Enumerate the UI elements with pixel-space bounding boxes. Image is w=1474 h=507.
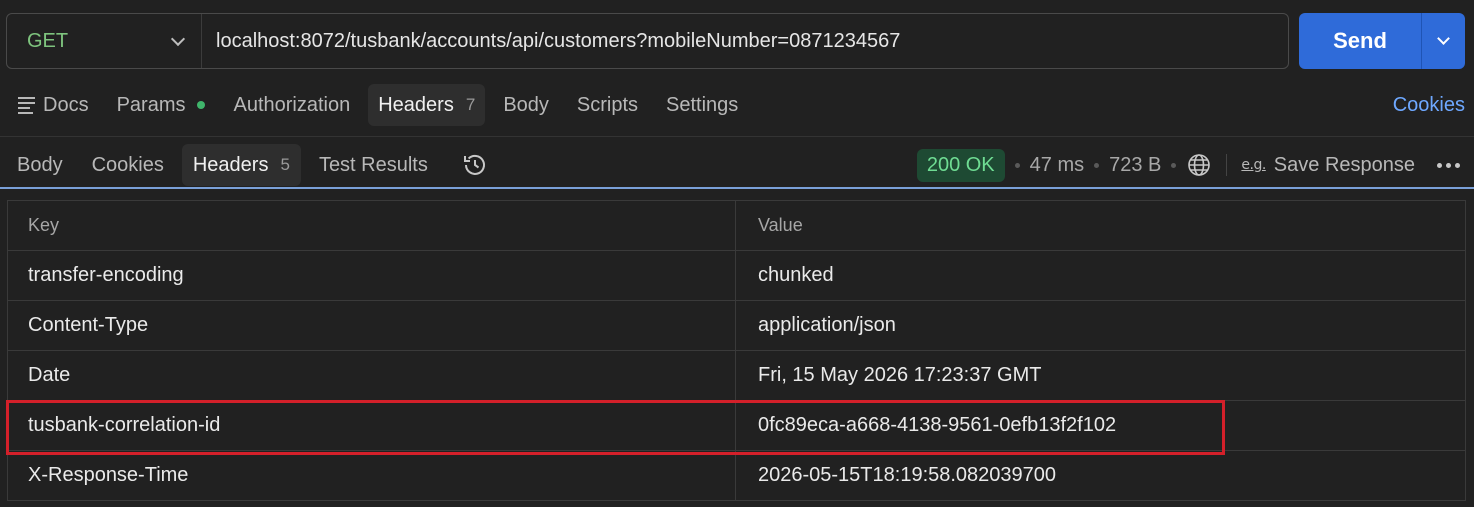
header-key[interactable]: tusbank-correlation-id — [8, 401, 736, 450]
history-icon[interactable] — [460, 150, 490, 180]
tab-scripts[interactable]: Scripts — [567, 84, 648, 126]
send-button-group: Send — [1299, 13, 1465, 69]
status-badge[interactable]: 200 OK — [916, 148, 1005, 182]
header-value[interactable]: application/json — [736, 301, 1465, 350]
table-row[interactable]: tusbank-correlation-id 0fc89eca-a668-413… — [8, 401, 1465, 451]
header-key[interactable]: X-Response-Time — [8, 451, 736, 500]
method-label: GET — [27, 29, 69, 52]
tab-authorization-label: Authorization — [233, 93, 351, 116]
send-options-button[interactable] — [1422, 13, 1465, 69]
column-header-key: Key — [8, 201, 736, 250]
header-value[interactable]: Fri, 15 May 2026 17:23:37 GMT — [736, 351, 1465, 400]
send-button[interactable]: Send — [1299, 13, 1422, 69]
header-value[interactable]: chunked — [736, 251, 1465, 300]
response-tab-headers-count: 5 — [280, 155, 290, 174]
tab-docs[interactable]: Docs — [8, 84, 99, 126]
method-select[interactable]: GET — [7, 14, 202, 68]
response-tab-test-results[interactable]: Test Results — [308, 144, 439, 186]
tab-settings[interactable]: Settings — [656, 84, 748, 126]
globe-icon[interactable] — [1186, 152, 1212, 178]
request-bar: GET — [6, 13, 1289, 69]
table-row[interactable]: Content-Type application/json — [8, 301, 1465, 351]
response-tabs: Body Cookies Headers 5 Test Results — [6, 144, 490, 186]
response-tab-headers[interactable]: Headers 5 — [181, 144, 301, 186]
save-response-button[interactable]: e.g. Save Response — [1241, 154, 1415, 177]
params-indicator-dot — [197, 101, 206, 109]
tab-body-label: Body — [503, 93, 549, 116]
request-tabs: Docs Params Authorization Headers 7 Body… — [0, 84, 1474, 126]
response-tab-headers-label: Headers — [192, 153, 269, 176]
response-tab-body-label: Body — [17, 153, 63, 176]
example-icon: e.g. — [1241, 157, 1266, 173]
save-response-label: Save Response — [1273, 153, 1415, 176]
response-time[interactable]: 47 ms — [1030, 154, 1084, 177]
response-tab-body[interactable]: Body — [6, 144, 74, 186]
tab-params-label: Params — [116, 93, 186, 116]
response-headers-table: Key Value transfer-encoding chunked Cont… — [7, 200, 1466, 501]
header-key[interactable]: Date — [8, 351, 736, 400]
response-divider — [0, 187, 1474, 189]
chevron-down-icon — [170, 31, 186, 46]
response-size[interactable]: 723 B — [1109, 154, 1161, 177]
header-value[interactable]: 0fc89eca-a668-4138-9561-0efb13f2f102 — [736, 401, 1465, 450]
url-input[interactable] — [202, 14, 1288, 68]
chevron-down-icon — [1437, 32, 1450, 45]
tab-settings-label: Settings — [666, 93, 739, 116]
cookies-link[interactable]: Cookies — [1393, 84, 1465, 126]
tab-params[interactable]: Params — [107, 84, 216, 126]
tab-scripts-label: Scripts — [576, 93, 639, 116]
table-row[interactable]: Date Fri, 15 May 2026 17:23:37 GMT — [8, 351, 1465, 401]
column-header-value: Value — [758, 215, 803, 235]
separator-dot — [1094, 162, 1100, 168]
response-tab-test-results-label: Test Results — [318, 153, 428, 176]
tab-headers-count: 7 — [465, 95, 476, 114]
tab-headers-label: Headers — [378, 93, 454, 116]
header-key[interactable]: transfer-encoding — [8, 251, 736, 300]
table-row[interactable]: transfer-encoding chunked — [8, 251, 1465, 301]
table-row[interactable]: X-Response-Time 2026-05-15T18:19:58.0820… — [8, 451, 1465, 501]
response-tab-cookies[interactable]: Cookies — [81, 144, 175, 186]
separator-dot — [1171, 162, 1177, 168]
tab-authorization[interactable]: Authorization — [223, 84, 360, 126]
header-value[interactable]: 2026-05-15T18:19:58.082039700 — [736, 451, 1465, 500]
tab-docs-label: Docs — [43, 93, 89, 116]
table-header-row: Key Value — [8, 201, 1465, 251]
tab-headers[interactable]: Headers 7 — [368, 84, 486, 126]
vertical-separator — [1226, 154, 1228, 176]
header-key[interactable]: Content-Type — [8, 301, 736, 350]
response-tab-cookies-label: Cookies — [91, 153, 164, 176]
tab-body[interactable]: Body — [493, 84, 559, 126]
separator-dot — [1014, 162, 1020, 168]
response-meta: 200 OK 47 ms 723 B e.g. Save Response — [916, 148, 1460, 182]
divider — [0, 136, 1474, 137]
more-options-icon[interactable] — [1437, 162, 1460, 168]
docs-icon — [18, 96, 35, 114]
